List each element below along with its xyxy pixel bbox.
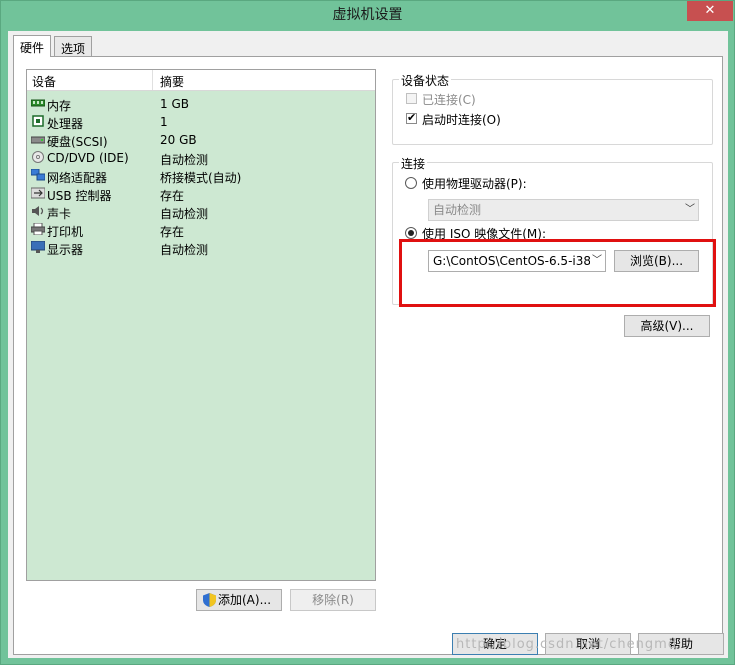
device-name: USB 控制器: [47, 189, 112, 203]
device-name: CD/DVD (IDE): [47, 151, 129, 165]
column-header-device[interactable]: 设备: [32, 73, 56, 90]
device-name: 内存: [47, 99, 72, 113]
hardware-tab-panel: 设备 摘要 内存 1 GB 处理器 1 硬盘(SCSI) 20 GB CD/DV…: [13, 56, 723, 655]
device-summary: 自动检测: [160, 153, 209, 167]
physical-drive-select[interactable]: 自动检测 ﹀: [428, 199, 699, 221]
help-button[interactable]: 帮助: [638, 633, 724, 655]
connection-title: 连接: [399, 155, 428, 172]
physical-drive-label: 使用物理驱动器(P):: [422, 177, 527, 191]
add-device-label: 添加(A)...: [218, 593, 272, 607]
radio-selected-dot: [408, 230, 414, 236]
device-name: 网络适配器: [47, 171, 108, 185]
device-row-usb[interactable]: USB 控制器 存在: [27, 185, 375, 203]
vm-settings-window: 虚拟机设置 ✕ 硬件 选项 设备 摘要 内存 1 GB 处理器 1 硬盘(SCS…: [0, 0, 735, 665]
device-name: 处理器: [47, 117, 84, 131]
device-row-printer[interactable]: 打印机 存在: [27, 221, 375, 239]
device-row-display[interactable]: 显示器 自动检测: [27, 239, 375, 257]
chevron-down-icon: ﹀: [683, 200, 695, 220]
device-summary: 自动检测: [160, 207, 209, 221]
device-summary: 20 GB: [160, 133, 197, 147]
device-summary: 1 GB: [160, 97, 189, 111]
connect-at-power-on-checkbox[interactable]: ✔: [406, 111, 417, 124]
network-icon: [31, 169, 45, 181]
add-device-button[interactable]: 添加(A)...: [196, 589, 282, 611]
connected-label: 已连接(C): [422, 93, 476, 107]
physical-drive-value: 自动检测: [433, 203, 482, 217]
device-summary: 存在: [160, 225, 185, 239]
column-divider[interactable]: [152, 70, 153, 90]
shield-icon: [203, 593, 216, 607]
ok-button[interactable]: 确定: [452, 633, 538, 655]
display-icon: [31, 241, 45, 253]
device-row-cdrom[interactable]: CD/DVD (IDE) 自动检测: [27, 149, 375, 167]
device-summary: 桥接模式(自动): [160, 171, 242, 185]
usb-icon: [31, 187, 45, 199]
tab-hardware[interactable]: 硬件: [13, 35, 52, 57]
device-name: 声卡: [47, 207, 72, 221]
memory-icon: [31, 99, 45, 107]
highlight-annotation: [399, 239, 716, 307]
sound-icon: [32, 206, 44, 216]
device-row-sound[interactable]: 声卡 自动检测: [27, 203, 375, 221]
device-name: 硬盘(SCSI): [47, 135, 108, 149]
device-row-harddisk[interactable]: 硬盘(SCSI) 20 GB: [27, 131, 375, 149]
cdrom-icon: [32, 151, 44, 163]
device-row-processor[interactable]: 处理器 1: [27, 113, 375, 131]
physical-drive-radio[interactable]: [405, 177, 417, 189]
device-status-title: 设备状态: [399, 72, 452, 89]
device-list-header: 设备 摘要: [27, 70, 375, 91]
device-list: 设备 摘要 内存 1 GB 处理器 1 硬盘(SCSI) 20 GB CD/DV…: [26, 69, 376, 581]
checkmark-icon: ✔: [407, 111, 417, 124]
harddisk-icon: [31, 136, 45, 144]
device-row-network[interactable]: 网络适配器 桥接模式(自动): [27, 167, 375, 185]
device-status-group: 设备状态 已连接(C) ✔ 启动时连接(O): [392, 72, 713, 145]
connected-checkbox[interactable]: [406, 93, 417, 104]
advanced-button[interactable]: 高级(V)...: [624, 315, 710, 337]
processor-icon: [32, 115, 44, 127]
device-name: 打印机: [47, 225, 84, 239]
dialog-client: 硬件 选项 设备 摘要 内存 1 GB 处理器 1 硬盘(SCSI) 20 GB…: [8, 31, 728, 658]
remove-device-button[interactable]: 移除(R): [290, 589, 376, 611]
close-icon[interactable]: ✕: [705, 3, 716, 18]
close-button[interactable]: ✕: [687, 1, 733, 21]
device-summary: 存在: [160, 189, 185, 203]
device-summary: 1: [160, 115, 168, 129]
cancel-button[interactable]: 取消: [545, 633, 631, 655]
printer-icon: [31, 223, 45, 235]
title-bar[interactable]: 虚拟机设置 ✕: [1, 1, 734, 27]
window-title: 虚拟机设置: [332, 7, 403, 23]
device-name: 显示器: [47, 243, 84, 257]
iso-image-radio[interactable]: [405, 227, 417, 239]
device-row-memory[interactable]: 内存 1 GB: [27, 95, 375, 113]
tab-options[interactable]: 选项: [54, 36, 93, 56]
device-summary: 自动检测: [160, 243, 209, 257]
connect-at-power-on-label: 启动时连接(O): [422, 113, 501, 127]
column-header-summary[interactable]: 摘要: [160, 73, 184, 90]
